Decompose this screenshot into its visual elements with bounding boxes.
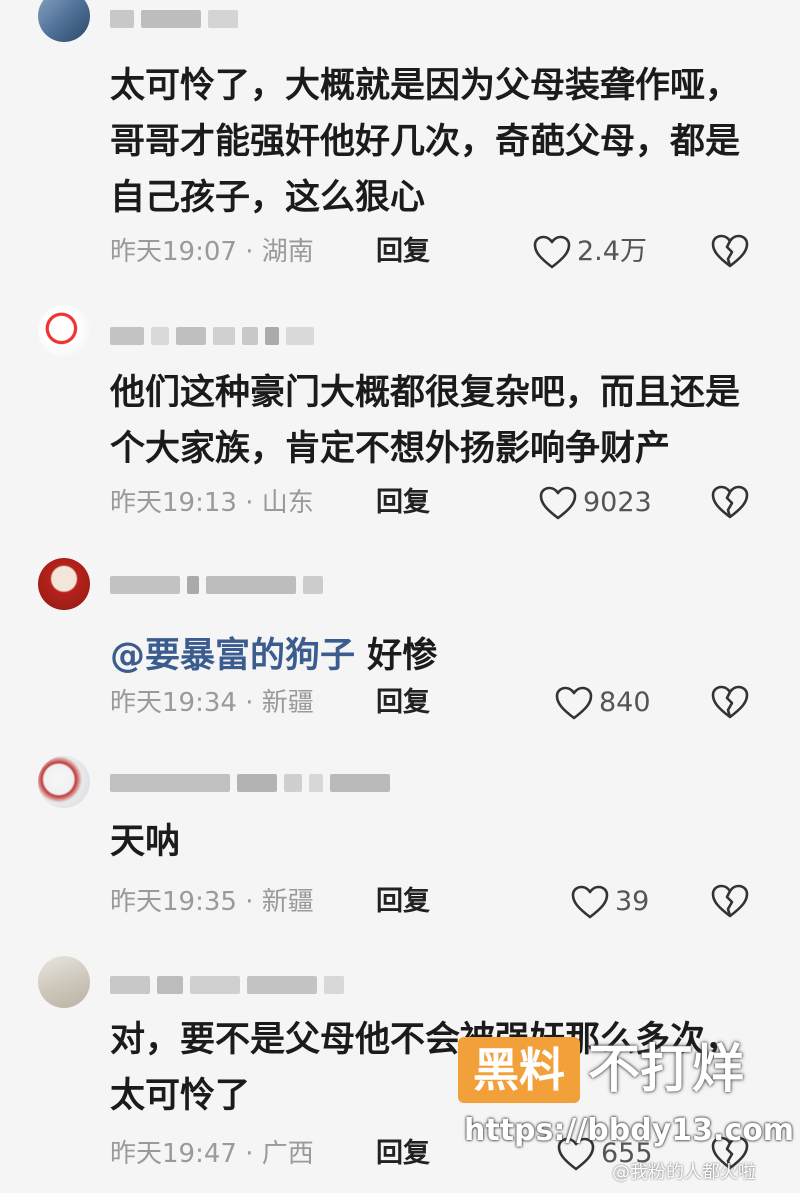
comment-meta: 昨天19:34 · 新疆 回复 840 [110, 683, 760, 723]
reply-button[interactable]: 回复 [376, 683, 430, 723]
like-count: 840 [599, 687, 651, 718]
comment-time-location: 昨天19:35 · 新疆 [110, 887, 314, 917]
avatar[interactable] [38, 558, 90, 610]
heart-outline-icon [571, 885, 609, 919]
comment-item: 太可怜了，大概就是因为父母装聋作哑，哥哥才能强奸他好几次，奇葩父母，都是自己孩子… [0, 0, 800, 285]
reply-button[interactable]: 回复 [376, 483, 430, 523]
avatar[interactable] [38, 756, 90, 808]
comment-item: 他们这种豪门大概都很复杂吧，而且还是个大家族，肯定不想外扬影响争财产 昨天19:… [0, 285, 800, 540]
comment-body: 好惨 [355, 636, 438, 676]
watermark-badge-text: 黑料 [473, 1043, 565, 1097]
broken-heart-icon [711, 685, 749, 719]
heart-outline-icon [533, 235, 571, 269]
username-blurred[interactable] [110, 772, 397, 798]
dislike-button[interactable] [710, 232, 750, 272]
watermark-url: https://bbdy13.com [464, 1113, 795, 1148]
comment-item: 天呐 昨天19:35 · 新疆 回复 39 [0, 740, 800, 940]
watermark-logo: 黑料 不打烊 [458, 1037, 788, 1105]
heart-outline-icon [539, 486, 577, 520]
watermark-main-text: 不打烊 [588, 1040, 745, 1100]
username-blurred[interactable] [110, 325, 321, 351]
comment-meta: 昨天19:13 · 山东 回复 9023 [110, 483, 760, 523]
broken-heart-icon [711, 884, 749, 918]
like-button[interactable]: 39 [570, 882, 649, 922]
avatar[interactable] [38, 956, 90, 1008]
comment-text: 他们这种豪门大概都很复杂吧，而且还是个大家族，肯定不想外扬影响争财产 [110, 373, 741, 469]
reply-button[interactable]: 回复 [376, 882, 430, 922]
like-count: 2.4万 [577, 236, 647, 267]
broken-heart-icon [711, 234, 749, 268]
comment-text: 太可怜了，大概就是因为父母装聋作哑，哥哥才能强奸他好几次，奇葩父母，都是自己孩子… [110, 66, 741, 218]
avatar[interactable] [38, 0, 90, 42]
comment-meta: 昨天19:35 · 新疆 回复 39 [110, 882, 760, 922]
reply-button[interactable]: 回复 [376, 232, 430, 272]
username-blurred[interactable] [110, 8, 245, 34]
comment-time-location: 昨天19:47 · 广西 [110, 1139, 314, 1169]
comment-time-location: 昨天19:13 · 山东 [110, 488, 314, 518]
avatar[interactable] [38, 305, 90, 357]
like-button[interactable]: 9023 [538, 483, 652, 523]
dislike-button[interactable] [710, 882, 750, 922]
like-count: 9023 [583, 487, 652, 518]
watermark-weibo-handle: @我粉的人都火啦 [612, 1162, 756, 1183]
username-blurred[interactable] [110, 974, 351, 1000]
reply-button[interactable]: 回复 [376, 1134, 430, 1174]
comment-text: 天呐 [110, 822, 181, 862]
comment-text: @要暴富的狗子 好惨 [110, 628, 756, 684]
like-button[interactable]: 2.4万 [532, 232, 647, 272]
comment-meta: 昨天19:07 · 湖南 回复 2.4万 [110, 232, 760, 272]
dislike-button[interactable] [710, 683, 750, 723]
comment-item: @要暴富的狗子 好惨 昨天19:34 · 新疆 回复 840 [0, 540, 800, 740]
like-count: 39 [615, 886, 650, 917]
mention-link[interactable]: @要暴富的狗子 [110, 636, 355, 676]
comment-time-location: 昨天19:07 · 湖南 [110, 237, 314, 267]
heart-outline-icon [555, 686, 593, 720]
username-blurred[interactable] [110, 574, 330, 600]
comment-time-location: 昨天19:34 · 新疆 [110, 688, 314, 718]
dislike-button[interactable] [710, 483, 750, 523]
broken-heart-icon [711, 485, 749, 519]
like-button[interactable]: 840 [554, 683, 651, 723]
